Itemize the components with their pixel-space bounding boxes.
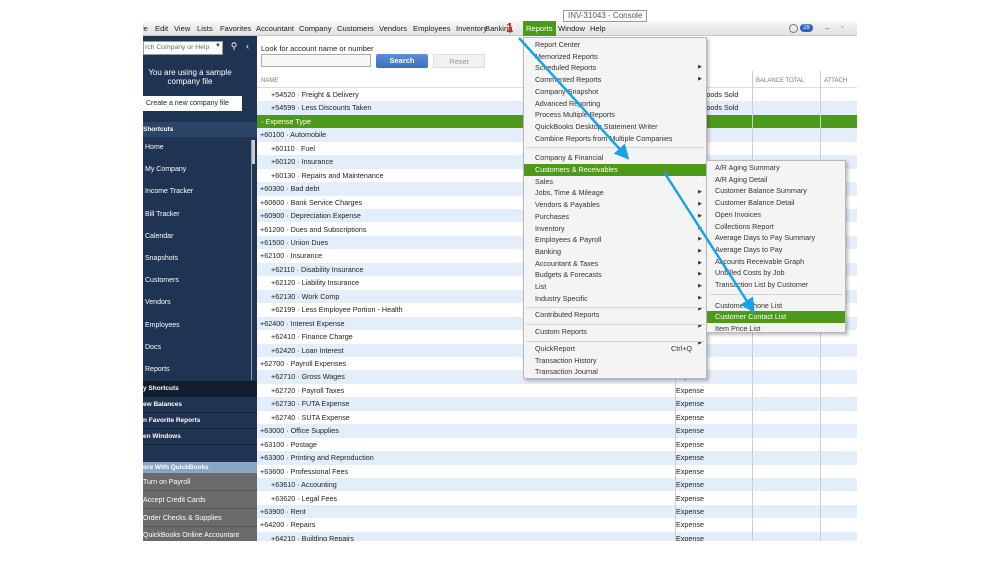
annotation-arrows: [518, 37, 755, 314]
arrow-to-customers-receivables: [518, 37, 630, 160]
window-tooltip: INV-31043 - Console: [563, 10, 648, 22]
step-number-label: 1: [506, 20, 514, 35]
arrow-to-customer-contact-list: [662, 171, 755, 314]
